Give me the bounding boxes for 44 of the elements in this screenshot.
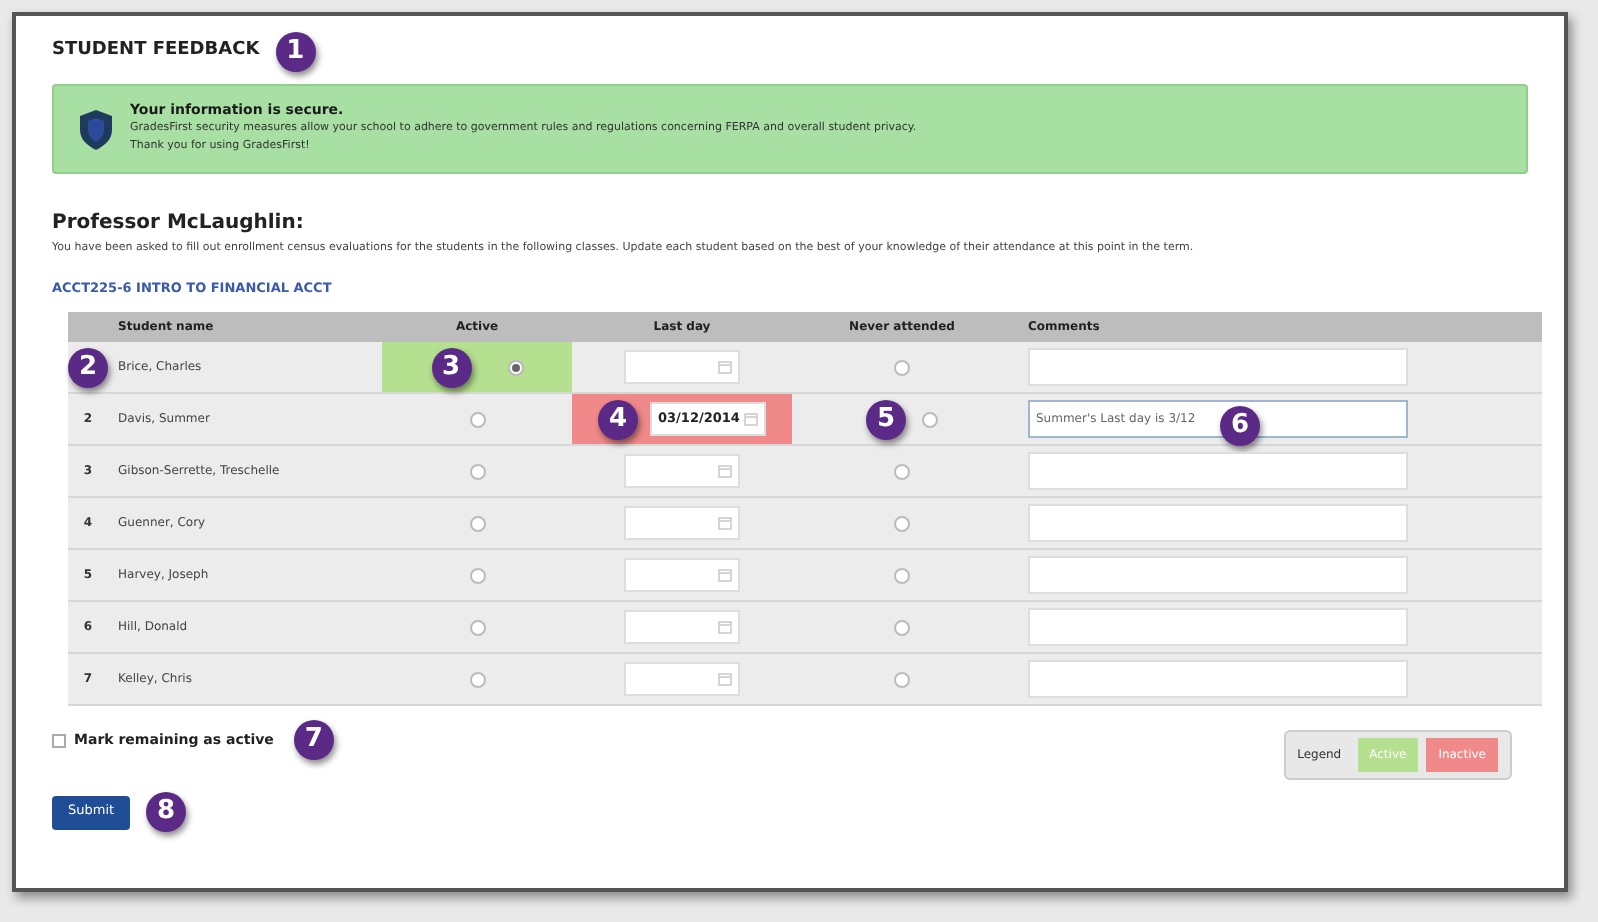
callout-number: 1 bbox=[275, 32, 316, 72]
radio-button[interactable] bbox=[894, 671, 910, 687]
callout-number: 3 bbox=[431, 347, 471, 387]
professor-heading: Professor McLaughlin: bbox=[52, 210, 306, 238]
callout-number: 7 bbox=[293, 720, 334, 760]
comment-field[interactable] bbox=[1028, 608, 1408, 646]
date-field[interactable] bbox=[624, 610, 740, 644]
calendar-icon bbox=[718, 568, 732, 582]
date-field[interactable] bbox=[624, 662, 740, 696]
radio-button[interactable] bbox=[469, 671, 485, 687]
radio-button[interactable] bbox=[922, 411, 938, 427]
radio-button[interactable] bbox=[894, 359, 910, 375]
comment-field[interactable] bbox=[1028, 660, 1408, 698]
radio-button[interactable] bbox=[469, 463, 485, 479]
radio-button[interactable] bbox=[894, 515, 910, 531]
calendar-icon bbox=[718, 672, 732, 686]
radio-button[interactable] bbox=[469, 515, 485, 531]
date-field[interactable] bbox=[624, 506, 740, 540]
checkbox[interactable] bbox=[52, 733, 66, 747]
radio-button[interactable] bbox=[894, 567, 910, 583]
callout-number: 8 bbox=[146, 792, 187, 832]
radio-button[interactable] bbox=[469, 567, 485, 583]
callout-number: 4 bbox=[598, 399, 638, 439]
radio-button[interactable] bbox=[469, 411, 485, 427]
comment-field[interactable] bbox=[1028, 348, 1408, 386]
callout-number: 2 bbox=[68, 347, 108, 387]
comment-field[interactable] bbox=[1028, 452, 1408, 490]
calendar-icon bbox=[718, 464, 732, 478]
comment-field[interactable] bbox=[1028, 556, 1408, 594]
radio-button[interactable] bbox=[894, 619, 910, 635]
radio-button[interactable] bbox=[507, 359, 523, 375]
calendar-icon bbox=[718, 516, 732, 530]
calendar-icon bbox=[718, 360, 732, 374]
calendar-icon bbox=[744, 412, 758, 426]
comment-field[interactable] bbox=[1028, 504, 1408, 542]
date-field[interactable] bbox=[624, 454, 740, 488]
shield-icon bbox=[78, 107, 114, 151]
callout-number: 5 bbox=[866, 399, 906, 439]
date-field[interactable] bbox=[624, 350, 740, 384]
calendar-icon bbox=[718, 620, 732, 634]
date-field[interactable] bbox=[624, 558, 740, 592]
radio-button[interactable] bbox=[894, 463, 910, 479]
radio-button[interactable] bbox=[469, 619, 485, 635]
page-title: STUDENT FEEDBACK bbox=[52, 38, 260, 65]
